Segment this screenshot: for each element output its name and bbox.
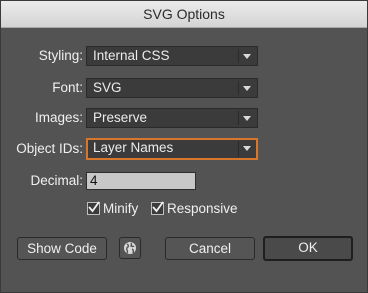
select-divider: [238, 141, 239, 157]
images-value: Preserve: [93, 110, 148, 125]
globe-icon: [124, 242, 136, 254]
cancel-button[interactable]: Cancel: [165, 237, 255, 260]
images-select[interactable]: Preserve: [86, 108, 258, 128]
object-ids-label: Object IDs:: [16, 141, 83, 156]
select-divider: [238, 49, 239, 63]
responsive-label: Responsive: [167, 201, 238, 216]
styling-select[interactable]: Internal CSS: [86, 46, 258, 66]
checkmark-icon[interactable]: [151, 201, 164, 215]
font-label: Font:: [52, 80, 83, 95]
decimal-input[interactable]: 4: [86, 172, 196, 190]
images-label: Images:: [34, 110, 83, 125]
decimal-label: Decimal:: [30, 173, 83, 188]
minify-label: Minify: [103, 201, 139, 216]
ok-button[interactable]: OK: [263, 236, 353, 261]
font-value: SVG: [93, 80, 122, 95]
checkmark-icon[interactable]: [87, 201, 100, 215]
responsive-checkbox[interactable]: Responsive: [151, 201, 238, 216]
font-select[interactable]: SVG: [86, 78, 258, 98]
minify-checkbox[interactable]: Minify: [87, 201, 138, 216]
select-divider: [238, 111, 239, 125]
select-divider: [238, 81, 239, 95]
chevron-down-icon: [243, 86, 251, 91]
chevron-down-icon: [243, 116, 251, 121]
chevron-down-icon: [243, 146, 251, 151]
svg-options-dialog: SVG Options Styling: Internal CSS Font: …: [0, 0, 368, 293]
web-preview-button[interactable]: [119, 237, 141, 259]
styling-label: Styling:: [38, 48, 83, 63]
object-ids-select[interactable]: Layer Names: [86, 138, 258, 160]
window-title: SVG Options: [1, 1, 367, 28]
show-code-button[interactable]: Show Code: [17, 237, 107, 260]
chevron-down-icon: [243, 54, 251, 59]
styling-value: Internal CSS: [93, 48, 170, 63]
object-ids-value: Layer Names: [93, 140, 174, 155]
